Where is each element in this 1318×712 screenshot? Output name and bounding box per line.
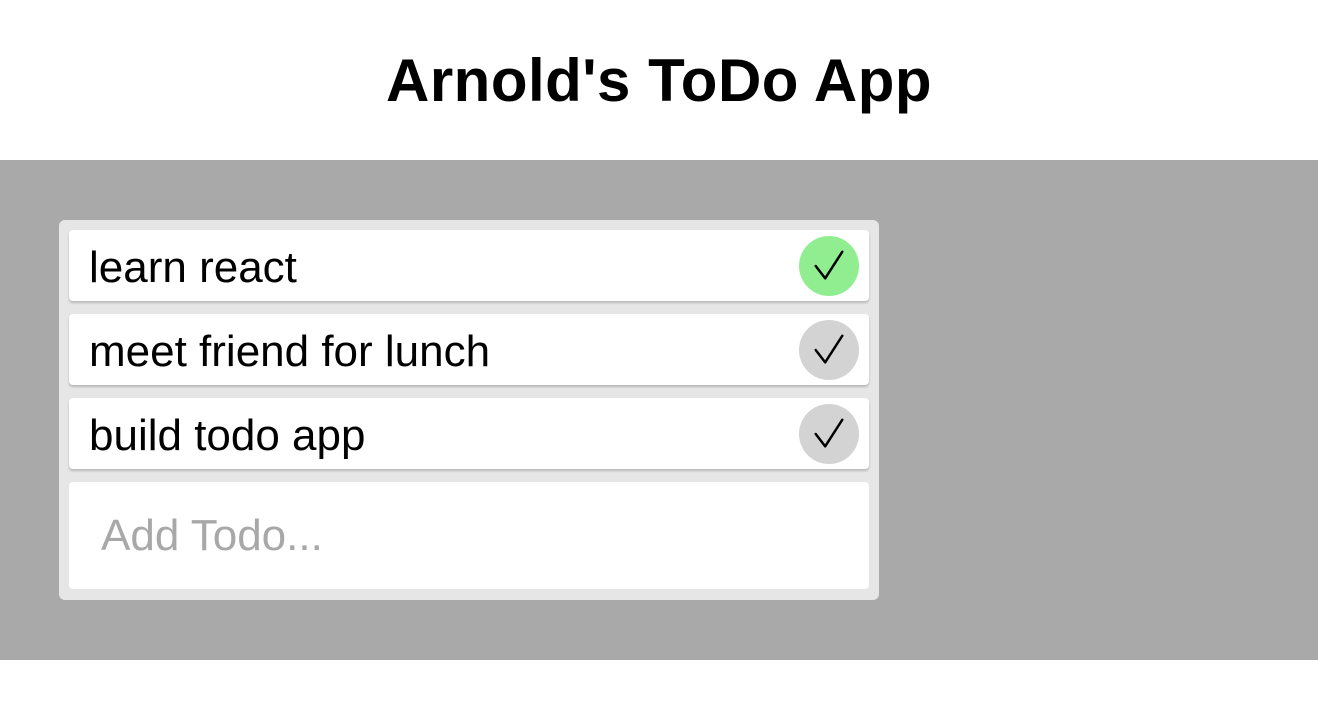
todo-item: meet friend for lunch	[69, 314, 869, 385]
page-title: Arnold's ToDo App	[385, 46, 932, 114]
todo-list-panel: learn react meet friend for lunch build …	[59, 220, 879, 600]
complete-toggle-button[interactable]	[799, 235, 859, 296]
complete-toggle-button[interactable]	[799, 319, 859, 380]
todo-text: learn react	[89, 242, 297, 292]
complete-toggle-button[interactable]	[799, 403, 859, 464]
todo-item: build todo app	[69, 398, 869, 469]
checkmark-icon	[814, 250, 844, 280]
main-area: learn react meet friend for lunch build …	[0, 160, 1318, 660]
add-todo-input[interactable]	[69, 482, 869, 589]
todo-text: meet friend for lunch	[89, 326, 491, 376]
checkmark-icon	[814, 334, 844, 364]
todo-item: learn react	[69, 230, 869, 301]
todo-text: build todo app	[89, 410, 366, 460]
checkmark-icon	[814, 418, 844, 448]
app-header: Arnold's ToDo App	[0, 0, 1318, 160]
